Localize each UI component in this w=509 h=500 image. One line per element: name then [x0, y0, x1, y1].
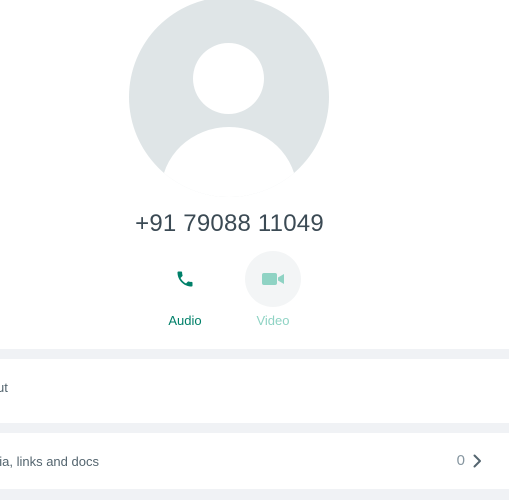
about-section[interactable]: ut	[0, 359, 509, 423]
audio-call-circle[interactable]	[157, 251, 213, 307]
phone-icon	[177, 271, 193, 287]
avatar-head-shape	[193, 43, 264, 114]
video-call-button[interactable]: Video	[245, 251, 301, 328]
audio-call-label: Audio	[168, 313, 202, 328]
chevron-right-icon[interactable]	[469, 453, 485, 469]
avatar-body-shape	[161, 127, 297, 197]
video-camera-icon	[262, 273, 284, 285]
media-links-docs-label: dia, links and docs	[0, 454, 99, 469]
contact-avatar[interactable]	[129, 0, 329, 197]
media-count: 0	[456, 452, 465, 469]
contact-info-header: +91 79088 11049 Audio Video	[0, 0, 509, 349]
audio-call-button[interactable]: Audio	[157, 251, 213, 328]
about-label: ut	[0, 380, 8, 395]
video-call-label: Video	[256, 313, 290, 328]
video-call-circle[interactable]	[245, 251, 301, 307]
contact-phone-number: +91 79088 11049	[135, 210, 324, 237]
media-links-docs-row[interactable]: dia, links and docs 0	[0, 433, 509, 489]
